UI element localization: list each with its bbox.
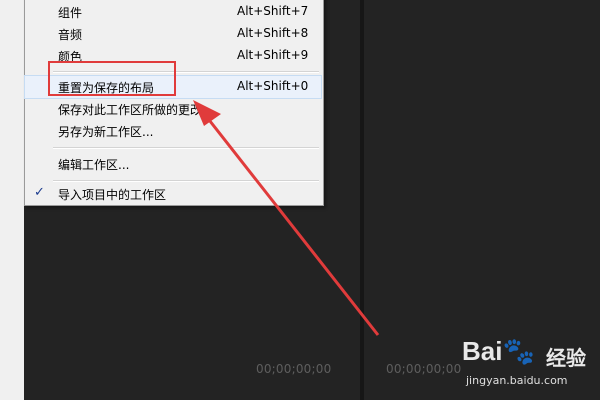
- baidu-logo: Bai🐾: [462, 336, 535, 366]
- baidu-jingyan-watermark: Bai🐾 经验 jingyan.baidu.com: [462, 330, 600, 400]
- watermark-url: jingyan.baidu.com: [466, 374, 568, 387]
- watermark-brand: 经验: [546, 346, 586, 370]
